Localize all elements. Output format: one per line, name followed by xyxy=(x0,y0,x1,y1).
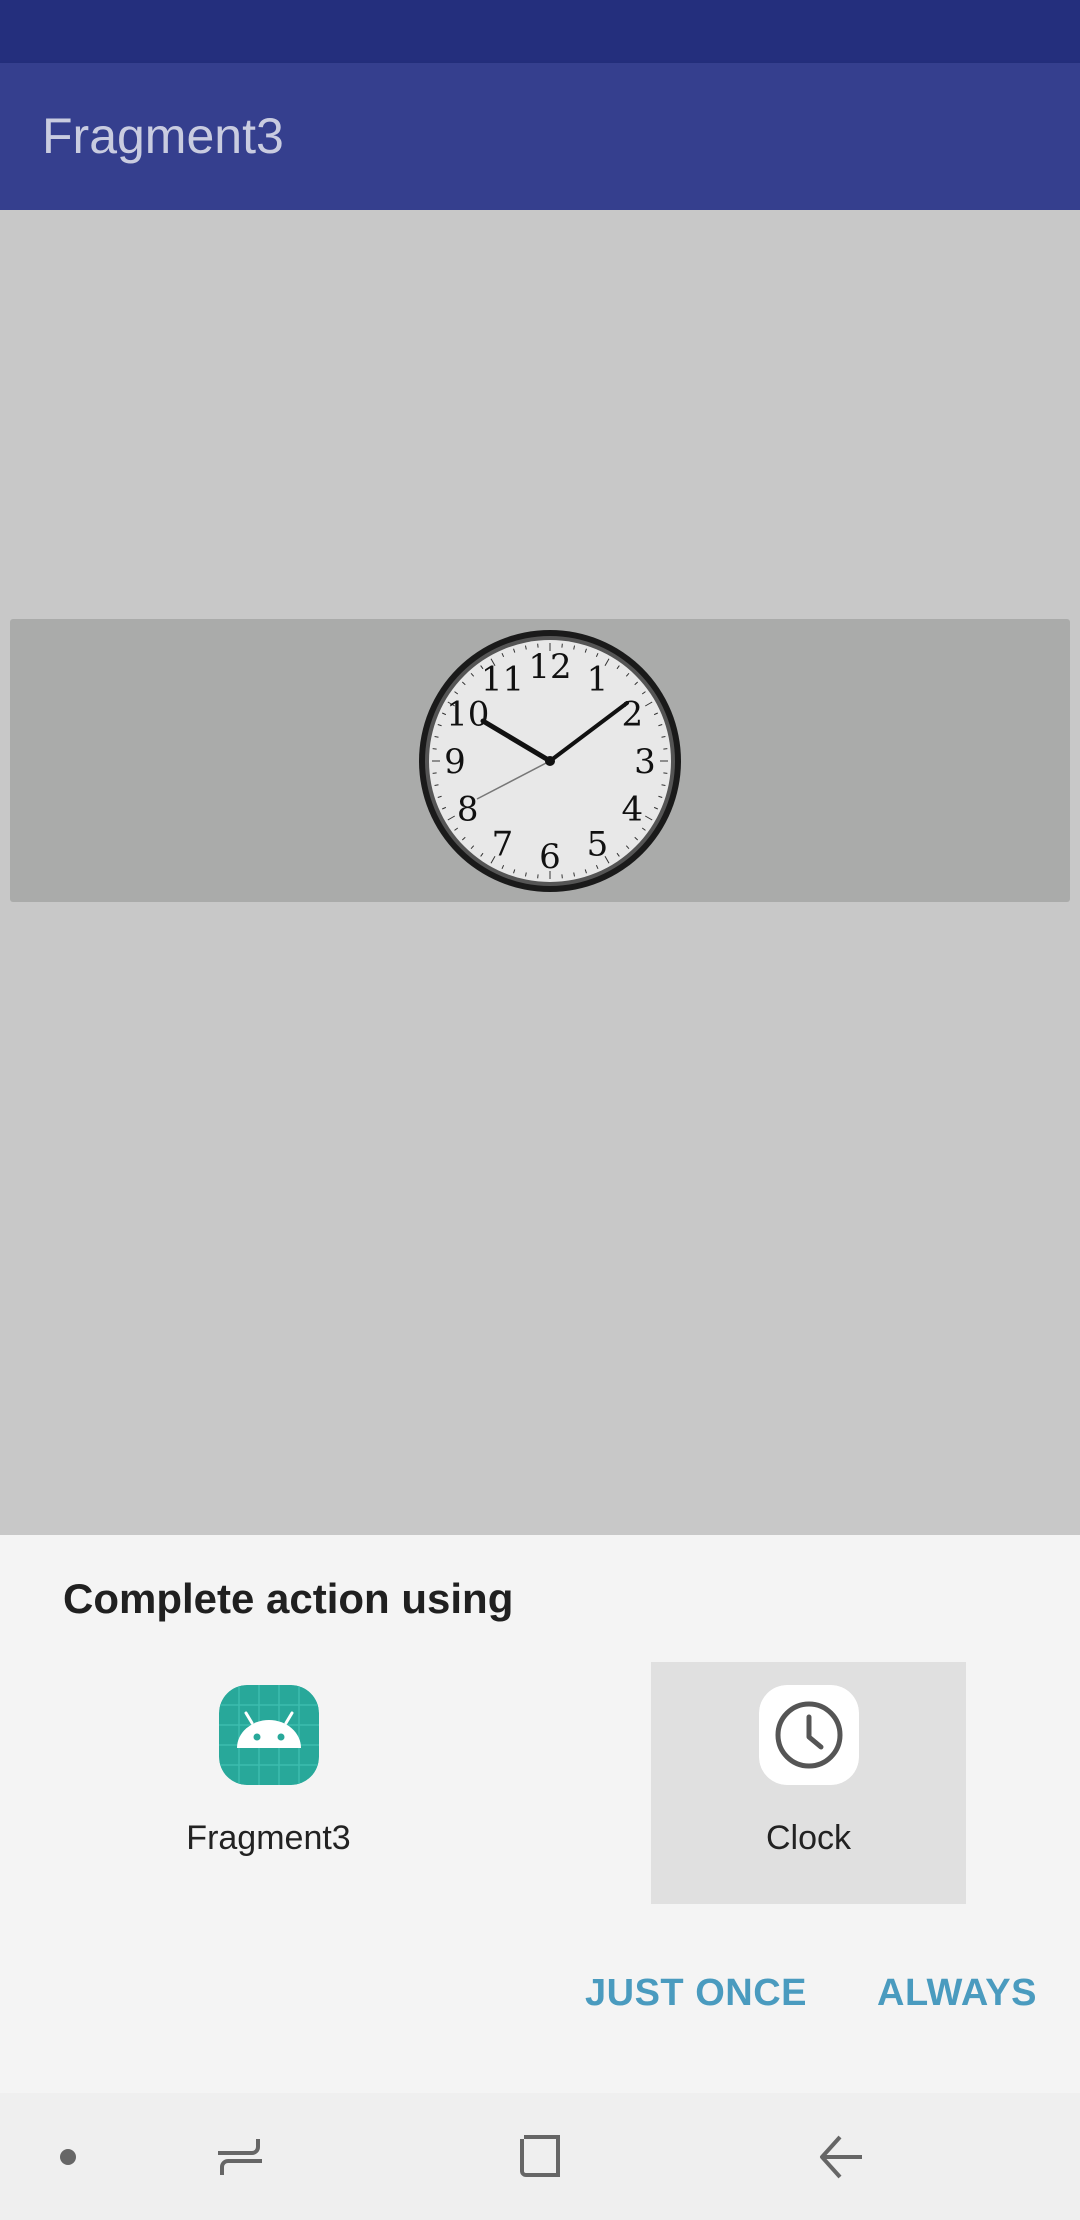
nav-back-button[interactable] xyxy=(792,2093,892,2220)
app-bar: Fragment3 xyxy=(0,63,1080,210)
clock-numeral: 5 xyxy=(587,824,609,864)
content-area: 12 1 2 3 4 5 6 7 8 9 10 11 xyxy=(0,210,1080,1535)
clock-image: 12 12 3 45678 9 1011 xyxy=(419,630,681,892)
clock-numeral: 2 xyxy=(621,695,643,735)
recents-icon xyxy=(218,2138,262,2175)
dot-icon xyxy=(60,2148,76,2165)
option-label-clock: Clock xyxy=(765,1819,852,1857)
option-label-fragment3: Fragment3 xyxy=(186,1819,351,1857)
option-clock[interactable]: Clock xyxy=(651,1662,966,1904)
always-button[interactable]: ALWAYS xyxy=(877,1972,1037,2015)
android-app-icon xyxy=(219,1685,319,1785)
nav-dot-button[interactable] xyxy=(38,2093,98,2220)
just-once-button[interactable]: JUST ONCE xyxy=(585,1972,807,2015)
status-bar xyxy=(0,0,1080,63)
clock-app-icon xyxy=(759,1685,859,1785)
home-icon xyxy=(520,2134,560,2177)
clock-numeral: 3 xyxy=(634,742,656,782)
chooser-sheet: Complete action using Fragment3 Clock JU… xyxy=(0,1535,1080,2093)
clock-numeral: 4 xyxy=(621,790,643,830)
clock-numeral: 11 xyxy=(481,660,524,700)
clock-numeral: 7 xyxy=(492,824,514,864)
back-icon xyxy=(820,2135,862,2178)
clock-numeral: 1 xyxy=(587,660,609,700)
clock-numeral: 12 xyxy=(528,647,571,687)
clock-numeral: 9 xyxy=(444,742,466,782)
clock-numeral: 6 xyxy=(539,837,561,877)
clock-numeral: 8 xyxy=(457,790,479,830)
app-title: Fragment3 xyxy=(42,108,284,164)
chooser-title: Complete action using xyxy=(63,1575,514,1622)
nav-recents-button[interactable] xyxy=(190,2093,290,2220)
navigation-bar xyxy=(0,2093,1080,2220)
clock-numeral: 10 xyxy=(446,695,489,735)
nav-home-button[interactable] xyxy=(490,2093,590,2220)
option-fragment3[interactable]: Fragment3 xyxy=(111,1662,426,1904)
clock-image-panel: 12 1 2 3 4 5 6 7 8 9 10 11 xyxy=(10,619,1070,902)
